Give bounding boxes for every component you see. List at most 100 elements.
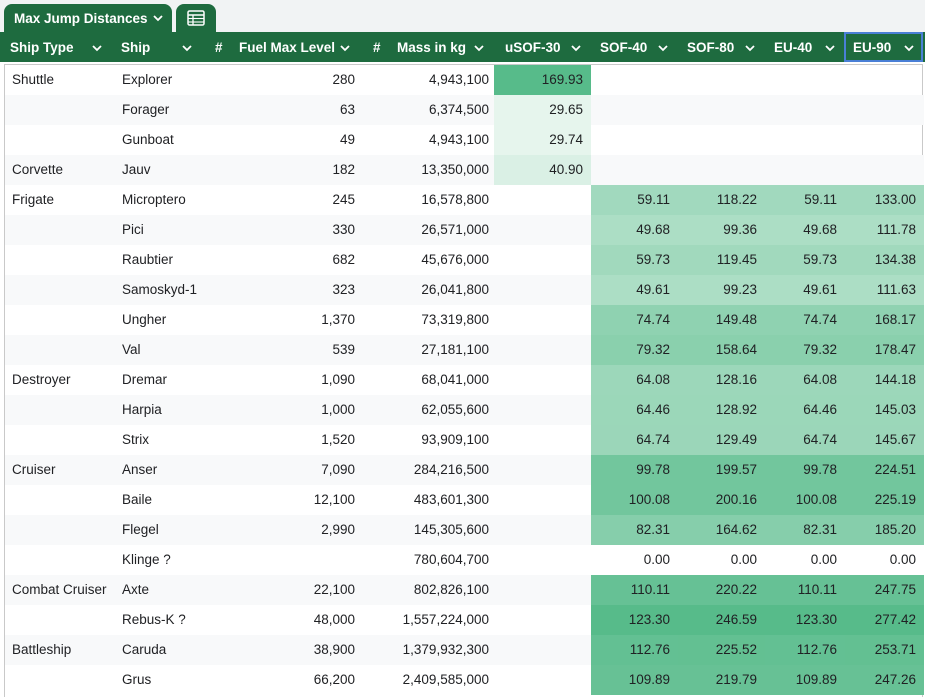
cell-sof40[interactable]: 100.08	[591, 485, 678, 515]
cell-eu40[interactable]: 64.08	[765, 365, 845, 395]
chevron-down-icon[interactable]	[152, 12, 164, 24]
cell-eu90[interactable]: 247.75	[845, 575, 924, 605]
cell-sof40[interactable]: 112.76	[591, 635, 678, 665]
cell-eu40[interactable]	[765, 125, 845, 155]
cell-eu90[interactable]	[845, 65, 924, 95]
cell-eu90[interactable]: 224.51	[845, 455, 924, 485]
cell-sof80[interactable]: 99.23	[678, 275, 765, 305]
cell-ship[interactable]: Jauv	[122, 155, 212, 185]
cell-usof30[interactable]	[494, 665, 591, 695]
cell-fuel[interactable]: 1,370	[202, 305, 355, 335]
cell-usof30[interactable]: 40.90	[494, 155, 591, 185]
cell-usof30[interactable]	[494, 395, 591, 425]
cell-mass[interactable]: 802,826,100	[360, 575, 489, 605]
cell-fuel[interactable]: 2,990	[202, 515, 355, 545]
cell-eu40[interactable]: 64.74	[765, 425, 845, 455]
cell-type[interactable]: Shuttle	[12, 65, 117, 95]
cell-eu40[interactable]: 79.32	[765, 335, 845, 365]
cell-sof40[interactable]: 110.11	[591, 575, 678, 605]
table-row[interactable]: Corvette Jauv 182 13,350,000 40.90	[5, 155, 924, 185]
cell-sof40[interactable]: 99.78	[591, 455, 678, 485]
cell-usof30[interactable]	[494, 275, 591, 305]
cell-ship[interactable]: Raubtier	[122, 245, 212, 275]
cell-mass[interactable]: 4,943,100	[360, 65, 489, 95]
cell-sof40[interactable]: 64.46	[591, 395, 678, 425]
cell-type[interactable]: Cruiser	[12, 455, 117, 485]
cell-ship[interactable]: Pici	[122, 215, 212, 245]
cell-type[interactable]	[12, 335, 117, 365]
chevron-down-icon[interactable]	[339, 42, 351, 54]
cell-sof80[interactable]: 0.00	[678, 545, 765, 575]
cell-eu90[interactable]: 145.03	[845, 395, 924, 425]
cell-sof40[interactable]	[591, 155, 678, 185]
cell-mass[interactable]: 145,305,600	[360, 515, 489, 545]
cell-sof80[interactable]	[678, 125, 765, 155]
cell-usof30[interactable]	[494, 545, 591, 575]
cell-type[interactable]: Battleship	[12, 635, 117, 665]
cell-fuel[interactable]: 1,000	[202, 395, 355, 425]
cell-sof80[interactable]: 149.48	[678, 305, 765, 335]
cell-type[interactable]	[12, 245, 117, 275]
chevron-down-icon[interactable]	[570, 42, 582, 54]
cell-sof80[interactable]: 219.79	[678, 665, 765, 695]
chevron-down-icon[interactable]	[744, 42, 756, 54]
cell-ship[interactable]: Anser	[122, 455, 212, 485]
cell-sof80[interactable]: 128.16	[678, 365, 765, 395]
cell-type[interactable]	[12, 215, 117, 245]
cell-ship[interactable]: Dremar	[122, 365, 212, 395]
cell-eu90[interactable]: 133.00	[845, 185, 924, 215]
cell-mass[interactable]: 26,571,000	[360, 215, 489, 245]
cell-eu40[interactable]	[765, 95, 845, 125]
table-row[interactable]: Frigate Microptero 245 16,578,800 59.11 118.2…	[5, 185, 924, 215]
cell-mass[interactable]: 483,601,300	[360, 485, 489, 515]
cell-sof80[interactable]: 118.22	[678, 185, 765, 215]
cell-ship[interactable]: Forager	[122, 95, 212, 125]
cell-mass[interactable]: 4,943,100	[360, 125, 489, 155]
cell-sof40[interactable]: 123.30	[591, 605, 678, 635]
cell-sof40[interactable]: 0.00	[591, 545, 678, 575]
cell-fuel[interactable]: 280	[202, 65, 355, 95]
cell-mass[interactable]: 1,557,224,000	[360, 605, 489, 635]
cell-fuel[interactable]: 12,100	[202, 485, 355, 515]
cell-sof40[interactable]: 109.89	[591, 665, 678, 695]
cell-type[interactable]	[12, 485, 117, 515]
table-row[interactable]: Forager 63 6,374,500 29.65	[5, 95, 924, 125]
cell-mass[interactable]: 780,604,700	[360, 545, 489, 575]
cell-eu90[interactable]: 111.78	[845, 215, 924, 245]
cell-fuel[interactable]: 682	[202, 245, 355, 275]
cell-type[interactable]	[12, 605, 117, 635]
table-row[interactable]: Harpia 1,000 62,055,600 64.46 128.92 64.46 145…	[5, 395, 924, 425]
column-header-sof-80[interactable]: SOF-80	[677, 32, 764, 62]
cell-eu40[interactable]: 100.08	[765, 485, 845, 515]
cell-sof80[interactable]: 164.62	[678, 515, 765, 545]
cell-sof80[interactable]	[678, 65, 765, 95]
cell-eu40[interactable]	[765, 155, 845, 185]
table-row[interactable]: Combat Cruiser Axte 22,100 802,826,100 110.1…	[5, 575, 924, 605]
cell-eu40[interactable]: 109.89	[765, 665, 845, 695]
table-row[interactable]: Rebus-K ? 48,000 1,557,224,000 123.30 246.59…	[5, 605, 924, 635]
chevron-down-icon[interactable]	[91, 42, 103, 54]
column-header-eu-40[interactable]: EU-40	[764, 32, 844, 62]
table-row[interactable]: Battleship Caruda 38,900 1,379,932,300 112.7…	[5, 635, 924, 665]
cell-sof80[interactable]: 158.64	[678, 335, 765, 365]
cell-ship[interactable]: Samoskyd-1	[122, 275, 212, 305]
column-header-ship[interactable]: Ship	[112, 32, 201, 62]
cell-ship[interactable]: Klinge ?	[122, 545, 212, 575]
table-view-button[interactable]	[176, 4, 216, 32]
cell-eu90[interactable]: 144.18	[845, 365, 924, 395]
column-header-usof-30[interactable]: uSOF-30	[493, 32, 590, 62]
cell-ship[interactable]: Explorer	[122, 65, 212, 95]
cell-sof40[interactable]	[591, 125, 678, 155]
cell-eu40[interactable]: 99.78	[765, 455, 845, 485]
cell-usof30[interactable]	[494, 635, 591, 665]
cell-eu40[interactable]: 59.73	[765, 245, 845, 275]
cell-eu90[interactable]: 0.00	[845, 545, 924, 575]
table-row[interactable]: Baile 12,100 483,601,300 100.08 200.16 100.08…	[5, 485, 924, 515]
cell-eu90[interactable]: 178.47	[845, 335, 924, 365]
cell-mass[interactable]: 16,578,800	[360, 185, 489, 215]
cell-sof80[interactable]: 225.52	[678, 635, 765, 665]
cell-eu90[interactable]: 111.63	[845, 275, 924, 305]
cell-mass[interactable]: 45,676,000	[360, 245, 489, 275]
cell-eu40[interactable]: 59.11	[765, 185, 845, 215]
cell-fuel[interactable]: 49	[202, 125, 355, 155]
